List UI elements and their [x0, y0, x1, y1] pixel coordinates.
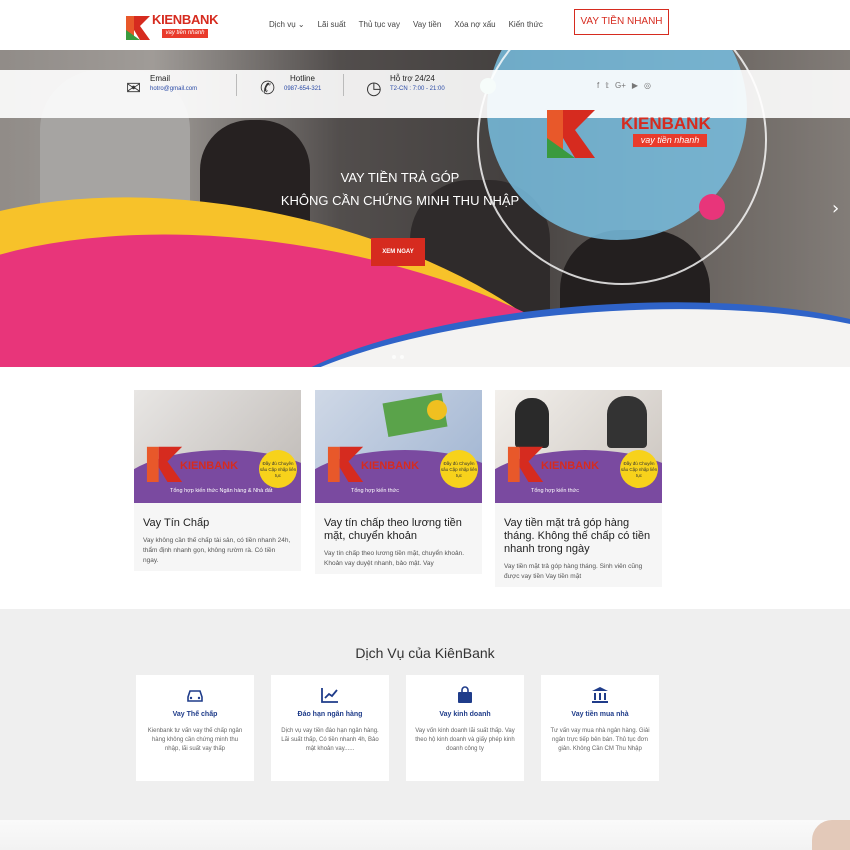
- clock-icon: ◷: [366, 78, 382, 98]
- hero-title-line1: VAY TIỀN TRẢ GÓP: [340, 170, 460, 185]
- youtube-icon[interactable]: ▶: [632, 81, 638, 90]
- page: KIENBANK vay tiền nhanh Dịch vụ ⌄ Lãi su…: [0, 0, 850, 850]
- slider-next-arrow-icon[interactable]: ›: [832, 198, 839, 219]
- thumb-brand: KIENBANK: [541, 460, 600, 472]
- xem-ngay-button[interactable]: XEM NGAY: [371, 238, 425, 266]
- bank-icon: [590, 685, 610, 705]
- card-description: Vay tiền mặt trả góp hàng tháng. Sinh vi…: [504, 563, 643, 580]
- service-title: Vay Thế chấp: [172, 711, 218, 718]
- service-card-vay-kinh-doanh[interactable]: Vay kinh doanh Vay vốn kinh doanh lãi su…: [406, 675, 524, 781]
- hero-logo: KIENBANK vay tiền nhanh: [543, 98, 723, 158]
- article-card[interactable]: KIENBANK Tổng hợp kiến thức Đầy đủ Chuyê…: [315, 390, 482, 574]
- card-thumbnail[interactable]: KIENBANK Tổng hợp kiến thức Đầy đủ Chuyê…: [315, 390, 482, 503]
- twitter-icon[interactable]: 𝕥: [605, 81, 609, 90]
- chart-icon: [320, 685, 340, 705]
- hero-logo-brand: KIENBANK: [621, 114, 711, 133]
- article-card[interactable]: KIENBANK Tổng hợp kiến thức Ngân hàng & …: [134, 390, 301, 571]
- card-description: Vay không cần thế chấp tài sản, có tiền …: [143, 537, 291, 564]
- hero-logo-tagline: vay tiền nhanh: [633, 134, 707, 147]
- nav-item-vay-tien[interactable]: Vay tiền: [413, 20, 441, 29]
- email-value[interactable]: hotro@gmail.com: [150, 86, 197, 92]
- card-thumbnail[interactable]: KIENBANK Tổng hợp kiến thức Ngân hàng & …: [134, 390, 301, 503]
- slider-dot[interactable]: [400, 355, 404, 359]
- service-description: Vay vốn kinh doanh lãi suất thấp. Vay th…: [415, 728, 515, 752]
- logo-brand: KIENBANK: [152, 12, 219, 27]
- card-title[interactable]: Vay Tín Chấp: [134, 503, 301, 530]
- nav-item-dich-vu[interactable]: Dịch vụ ⌄: [269, 20, 305, 29]
- thumb-subtitle: Tổng hợp kiến thức: [351, 488, 399, 494]
- logo-mark-icon: [126, 16, 150, 40]
- social-links: f 𝕥 G+ ▶ ◎: [597, 81, 651, 90]
- thumb-person: [607, 396, 647, 448]
- services-section: Dịch Vụ của KiênBank Vay Thế chấp Kienba…: [0, 609, 850, 820]
- phone-icon: ✆: [260, 78, 276, 98]
- top-navbar: KIENBANK vay tiền nhanh Dịch vụ ⌄ Lãi su…: [0, 0, 850, 50]
- nav-item-xoa-no-xau[interactable]: Xóa nợ xấu: [454, 20, 495, 29]
- nav-item-kien-thuc[interactable]: Kiến thức: [509, 20, 543, 29]
- service-title: Đáo hạn ngân hàng: [297, 711, 363, 718]
- hotline-title: Hotline: [290, 74, 315, 83]
- card-description: Vay tín chấp theo lương tiền mặt, chuyển…: [324, 550, 465, 567]
- vay-tien-nhanh-button[interactable]: VAY TIỀN NHANH: [574, 9, 669, 35]
- hotline-value[interactable]: 0987-654-321: [284, 86, 321, 92]
- service-card-vay-the-chap[interactable]: Vay Thế chấp Kienbank tư vấn vay thế chấ…: [136, 675, 254, 781]
- divider: [343, 74, 344, 96]
- hero-slider: ✉ Email hotro@gmail.com ✆ Hotline 0987-6…: [0, 50, 850, 367]
- service-description: Dịch vụ vay tiền đáo hạn ngân hàng. Lãi …: [281, 728, 379, 752]
- thumb-badge: Đầy đủ Chuyên sâu Cập nhập liên tục: [620, 450, 658, 488]
- thumb-subtitle: Tổng hợp kiến thức Ngân hàng & Nhà đất: [170, 488, 273, 494]
- thumb-badge: Đầy đủ Chuyên sâu Cập nhập liên tục: [440, 450, 478, 488]
- card-title[interactable]: Vay tiền mặt trả góp hàng tháng. Không t…: [495, 503, 662, 556]
- google-plus-icon[interactable]: G+: [615, 81, 626, 90]
- car-icon: [185, 685, 205, 705]
- thumb-badge: Đầy đủ Chuyên sâu Cập nhập liên tục: [259, 450, 297, 488]
- service-title: Vay kinh doanh: [439, 711, 491, 718]
- thumb-brand: KIENBANK: [361, 460, 420, 472]
- email-title: Email: [150, 74, 171, 83]
- card-title[interactable]: Vay tín chấp theo lương tiền mặt, chuyển…: [315, 503, 482, 543]
- nav-item-thu-tuc-vay[interactable]: Thủ tục vay: [359, 20, 400, 29]
- section-photo: [812, 820, 850, 850]
- next-section-preview: [0, 820, 850, 850]
- site-logo[interactable]: KIENBANK vay tiền nhanh: [126, 10, 219, 40]
- divider: [236, 74, 237, 96]
- slider-dots: [392, 355, 404, 359]
- envelope-icon: ✉: [126, 78, 142, 98]
- card-thumbnail[interactable]: KIENBANK Tổng hợp kiến thức Đầy đủ Chuyê…: [495, 390, 662, 503]
- thumb-subtitle: Tổng hợp kiến thức: [531, 488, 579, 494]
- nav-item-lai-suat[interactable]: Lãi suất: [318, 20, 346, 29]
- service-description: Kienbank tư vấn vay thế chấp ngân hàng k…: [147, 728, 243, 752]
- hero-dot-pink: [699, 194, 725, 220]
- article-card[interactable]: KIENBANK Tổng hợp kiến thức Đầy đủ Chuyê…: [495, 390, 662, 587]
- slider-dot[interactable]: [392, 355, 396, 359]
- hero-title-line2: KHÔNG CẦN CHỨNG MINH THU NHẬP: [280, 193, 520, 208]
- service-card-vay-mua-nha[interactable]: Vay tiền mua nhà Tư vấn vay mua nhà ngân…: [541, 675, 659, 781]
- bag-icon: [455, 685, 475, 705]
- service-title: Vay tiền mua nhà: [571, 711, 629, 718]
- hero-logo-mark-icon: [547, 110, 595, 158]
- main-nav: Dịch vụ ⌄ Lãi suất Thủ tục vay Vay tiền …: [269, 20, 556, 29]
- logo-tagline: vay tiền nhanh: [162, 29, 208, 38]
- facebook-icon[interactable]: f: [597, 81, 599, 90]
- thumb-brand: KIENBANK: [180, 460, 239, 472]
- services-heading: Dịch Vụ của KiênBank: [355, 645, 495, 661]
- service-description: Tư vấn vay mua nhà ngân hàng. Giải ngân …: [550, 728, 650, 752]
- support-title: Hỗ trợ 24/24: [390, 74, 435, 83]
- service-card-dao-han[interactable]: Đáo hạn ngân hàng Dịch vụ vay tiền đáo h…: [271, 675, 389, 781]
- instagram-icon[interactable]: ◎: [644, 81, 651, 90]
- support-value: T2-CN : 7:00 - 21:00: [390, 86, 445, 92]
- thumb-coins: [427, 400, 447, 420]
